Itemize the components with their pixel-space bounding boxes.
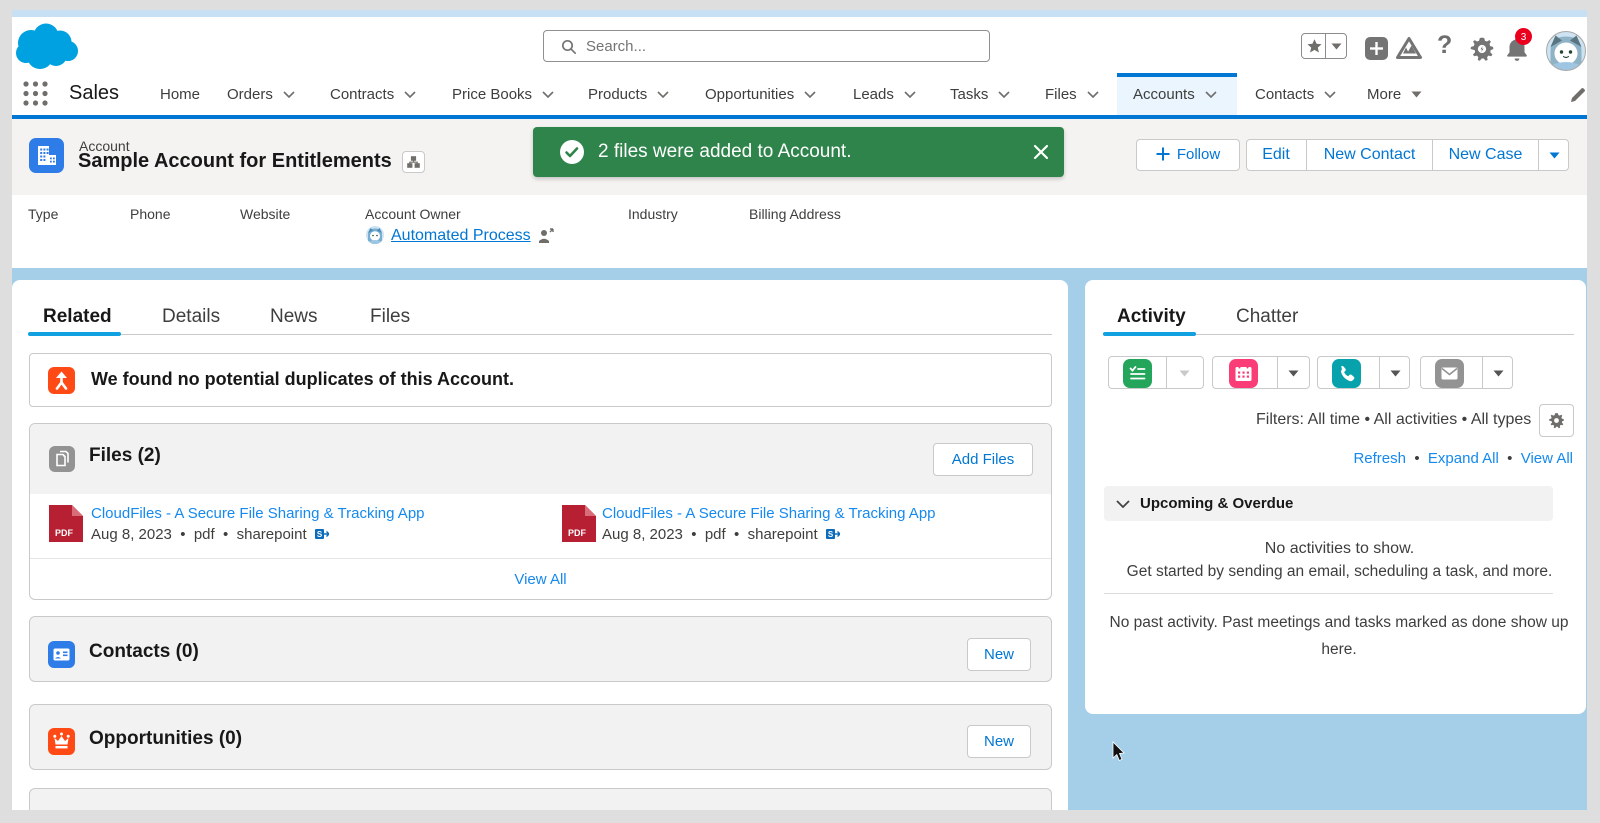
svg-text:S: S (317, 530, 323, 539)
svg-text:3: 3 (1521, 32, 1527, 43)
svg-text:PDF: PDF (568, 528, 587, 538)
svg-text:PDF: PDF (55, 528, 74, 538)
svg-text:S: S (828, 530, 834, 539)
